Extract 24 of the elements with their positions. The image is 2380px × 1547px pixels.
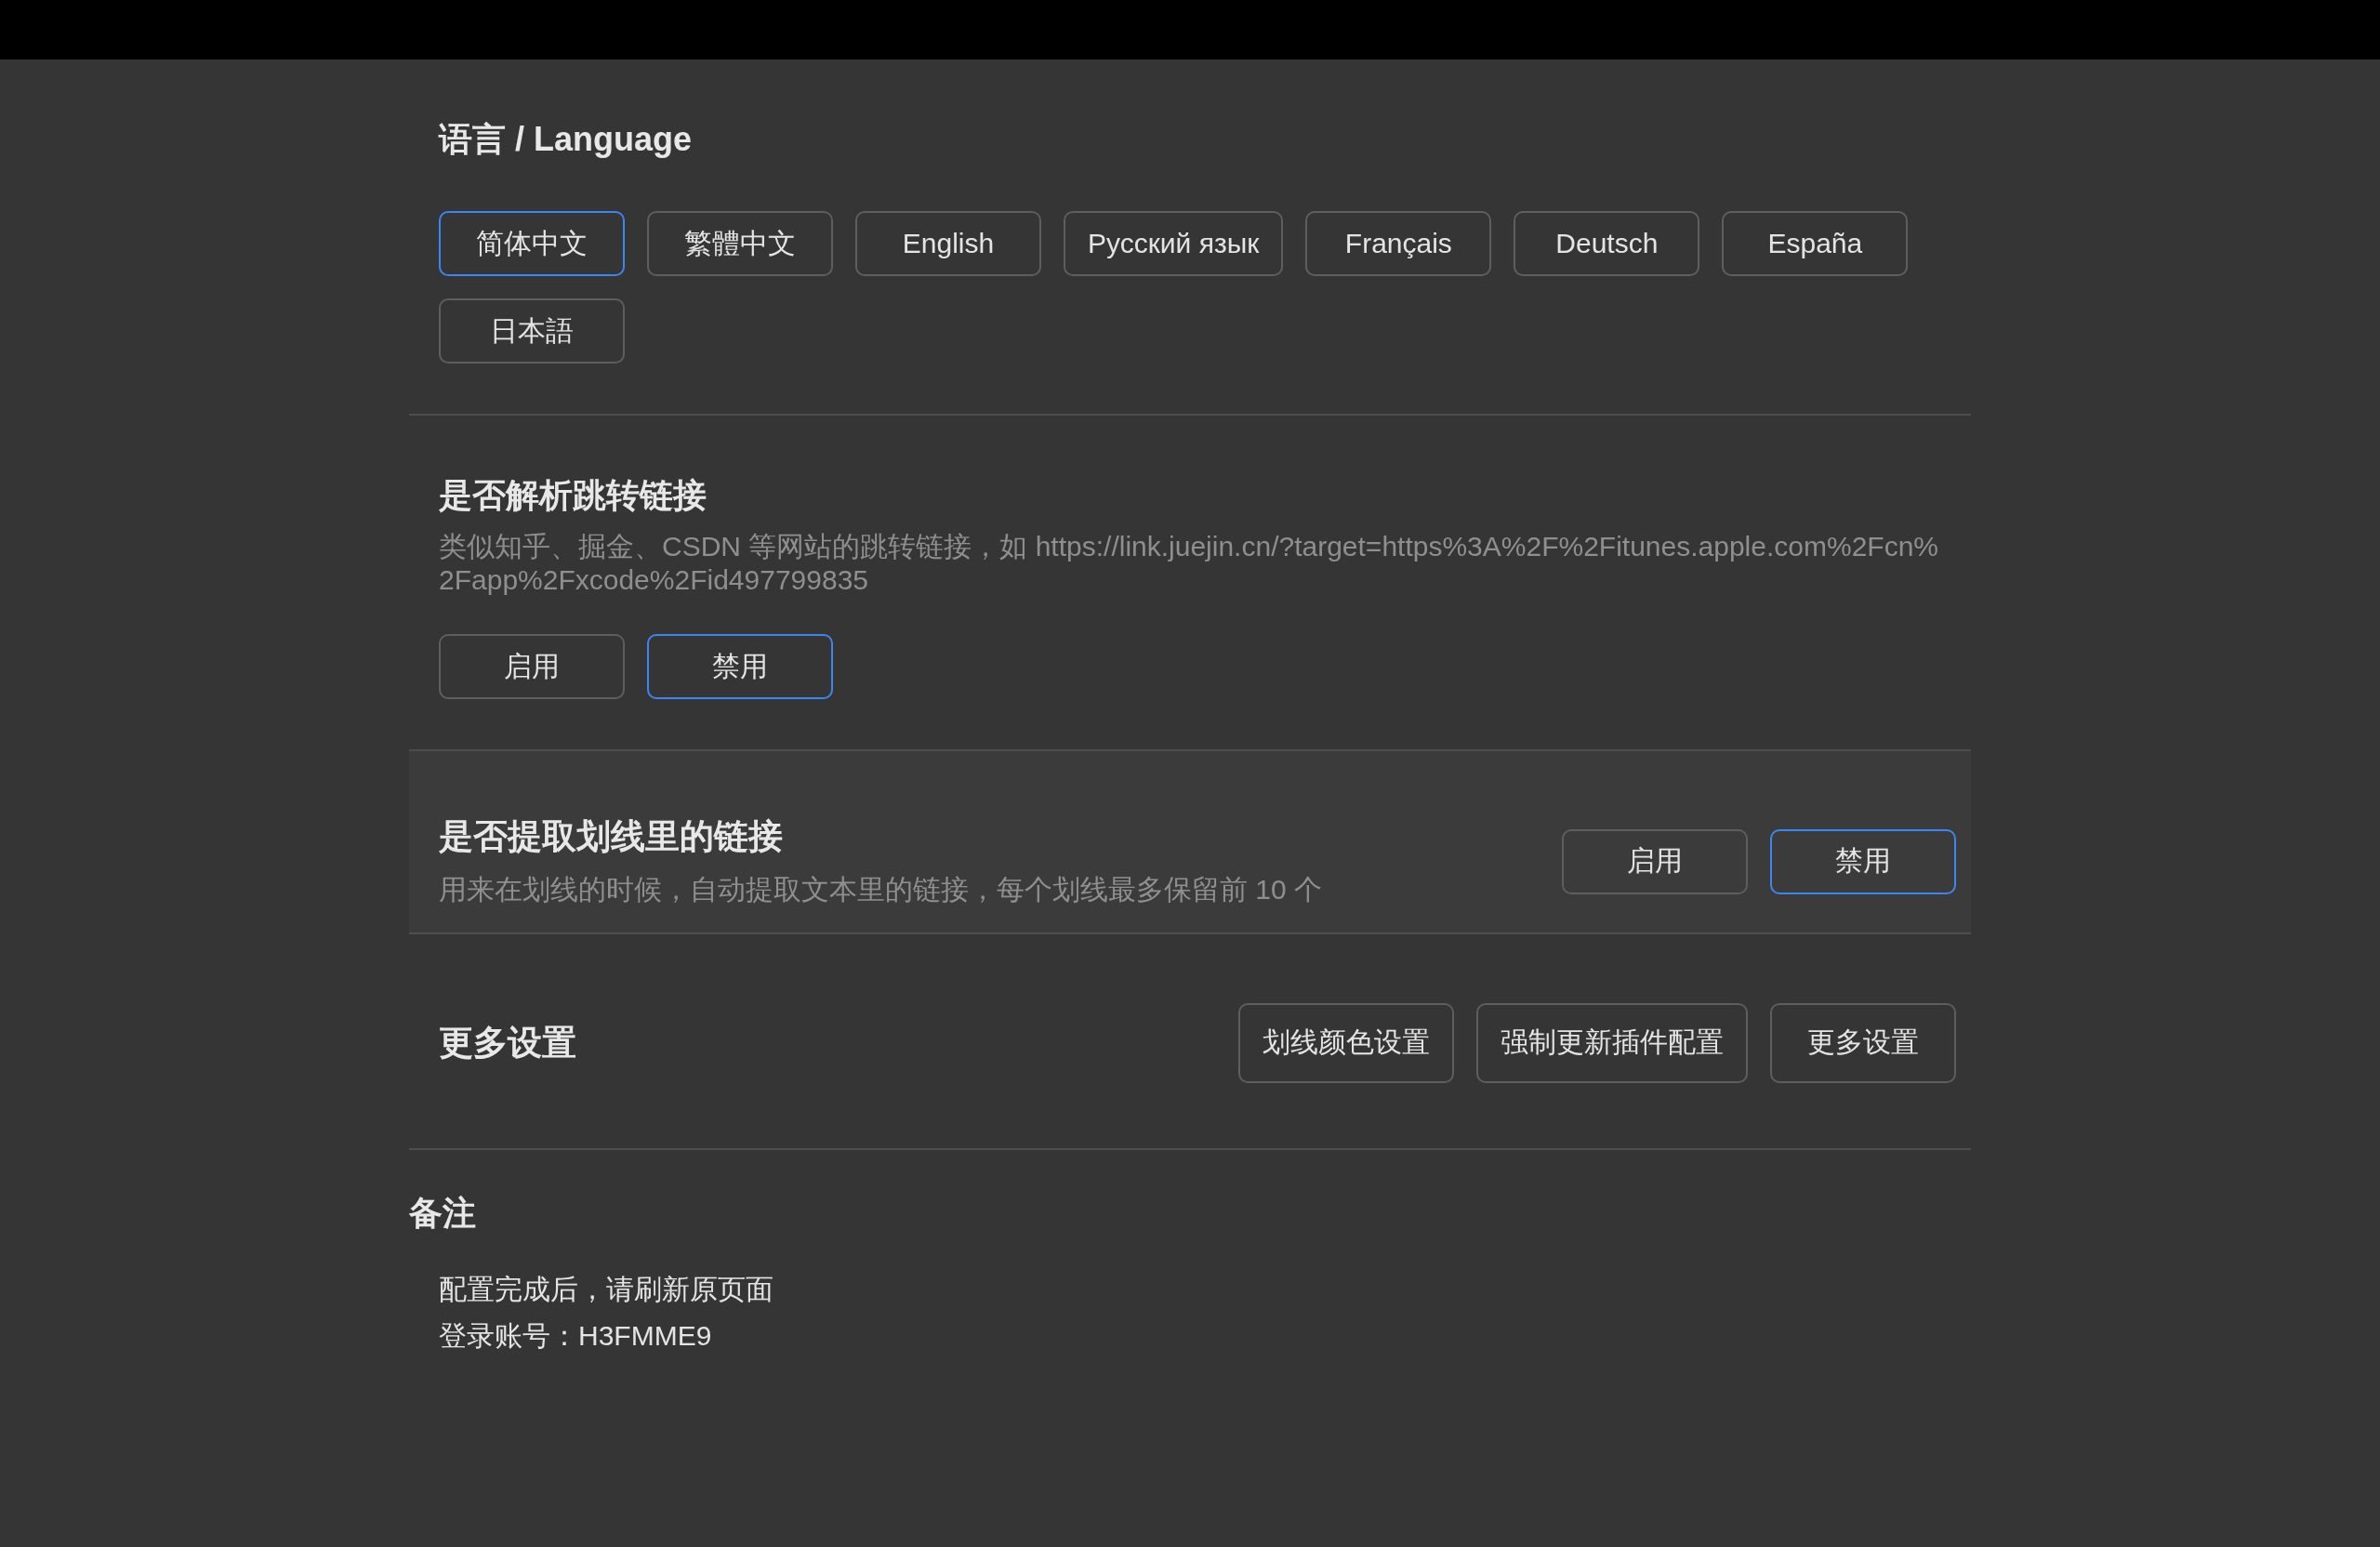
- section-title: 是否提取划线里的链接: [439, 816, 784, 858]
- option-button[interactable]: 禁用: [1770, 828, 1956, 894]
- note-text: 登录账号：H3FMME9: [438, 1318, 713, 1353]
- section-title: 是否解析跳转链接: [439, 475, 707, 516]
- option-button[interactable]: Русский язык: [1064, 211, 1284, 277]
- section-description: 用来在划线的时候，自动提取文本里的链接，每个划线最多保留前 10 个: [439, 872, 1323, 906]
- option-button[interactable]: 简体中文: [439, 211, 625, 277]
- option-button[interactable]: 启用: [439, 634, 625, 700]
- option-button[interactable]: Deutsch: [1514, 211, 1700, 277]
- option-button[interactable]: España: [1722, 211, 1909, 277]
- section-title: 更多设置: [439, 1022, 576, 1064]
- option-button[interactable]: 繁體中文: [647, 211, 833, 277]
- option-button[interactable]: Français: [1305, 211, 1492, 277]
- option-button[interactable]: 禁用: [647, 634, 833, 700]
- option-button[interactable]: 启用: [1562, 828, 1748, 894]
- note-text: 配置完成后，请刷新原页面: [438, 1272, 774, 1306]
- settings-button[interactable]: 强制更新插件配置: [1476, 1002, 1748, 1083]
- section-title: 语言 / Language: [439, 119, 694, 160]
- settings-button[interactable]: 划线颜色设置: [1238, 1002, 1454, 1083]
- section-description: 类似知乎、掘金、CSDN 等网站的跳转链接，如 https://link.juejin.cn/?target=https%3A%2F%2Fitunes.apple.com%2Fcn%2Fapp%2Fxcode%2Fid497799835: [439, 530, 1939, 598]
- option-button[interactable]: 日本語: [439, 298, 625, 364]
- option-button[interactable]: English: [855, 211, 1041, 277]
- notes-title: 备注: [409, 1192, 477, 1234]
- settings-button[interactable]: 更多设置: [1770, 1002, 1956, 1083]
